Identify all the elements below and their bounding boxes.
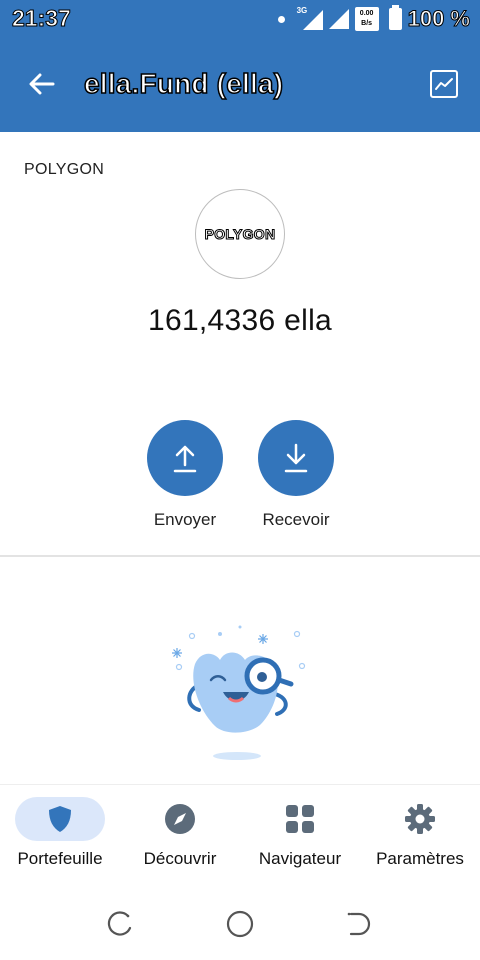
nav-label-settings: Paramètres <box>376 849 464 868</box>
token-logo: POLYGON <box>195 189 285 279</box>
bottom-navigation: Portefeuille Découvrir Navigateur Paramè… <box>0 784 480 884</box>
chart-line-icon <box>435 78 453 90</box>
back-nav-icon[interactable] <box>345 910 373 938</box>
receive-label: Recevoir <box>262 510 330 529</box>
home-icon[interactable] <box>226 910 254 938</box>
section-divider <box>0 555 480 557</box>
data-speed-value: 0.00 <box>359 10 374 17</box>
network-label: POLYGON <box>24 161 105 178</box>
notification-dot-icon <box>277 15 285 23</box>
download-arrow-icon <box>284 443 308 473</box>
send-button[interactable] <box>147 420 223 496</box>
nav-item-discover[interactable]: Découvrir <box>130 797 230 877</box>
token-logo-text: POLYGON <box>204 226 276 243</box>
page-title: ella.Fund (ella) <box>83 67 284 100</box>
status-icons: 3G 0.00 B/s 100 % <box>277 5 471 33</box>
token-balance: 161,4336 ella <box>147 304 333 337</box>
battery-icon <box>388 5 402 30</box>
upload-arrow-icon <box>173 445 197 473</box>
grid-icon <box>286 805 314 833</box>
nav-item-wallet[interactable]: Portefeuille <box>10 797 110 877</box>
gear-icon <box>405 804 435 834</box>
nav-active-indicator <box>15 797 105 841</box>
send-action: Envoyer <box>145 420 225 530</box>
back-button[interactable] <box>22 64 62 104</box>
nav-label-browser: Navigateur <box>258 849 342 868</box>
signal-3g-icon: 3G <box>297 6 323 30</box>
header-area: 21:37 3G 0.00 B/s 100 % ella.Fund (ella) <box>0 0 480 132</box>
shield-icon <box>49 806 71 832</box>
nav-label-wallet: Portefeuille <box>17 849 103 868</box>
send-label: Envoyer <box>153 510 217 529</box>
receive-action: Recevoir <box>256 420 336 530</box>
compass-icon <box>165 804 195 834</box>
system-navigation-bar <box>0 884 480 960</box>
receive-button[interactable] <box>258 420 334 496</box>
data-speed-unit: B/s <box>361 20 373 27</box>
arrow-left-icon <box>29 73 55 95</box>
app-bar: ella.Fund (ella) <box>0 50 480 120</box>
nav-item-settings[interactable]: Paramètres <box>368 797 472 877</box>
signal-icon <box>328 9 349 29</box>
battery-percent: 100 % <box>407 6 470 32</box>
empty-transactions-illustration <box>172 625 306 760</box>
nav-label-discover: Découvrir <box>143 849 217 868</box>
token-detail-screen: 21:37 3G 0.00 B/s 100 % ella.Fund (ella)… <box>0 0 480 960</box>
data-speed-indicator: 0.00 B/s <box>354 7 379 31</box>
recent-apps-icon[interactable] <box>106 910 134 938</box>
price-chart-button[interactable] <box>430 70 458 98</box>
nav-item-browser[interactable]: Navigateur <box>250 797 350 877</box>
status-time: 21:37 <box>12 5 72 32</box>
status-bar: 21:37 3G 0.00 B/s 100 % <box>0 0 480 38</box>
